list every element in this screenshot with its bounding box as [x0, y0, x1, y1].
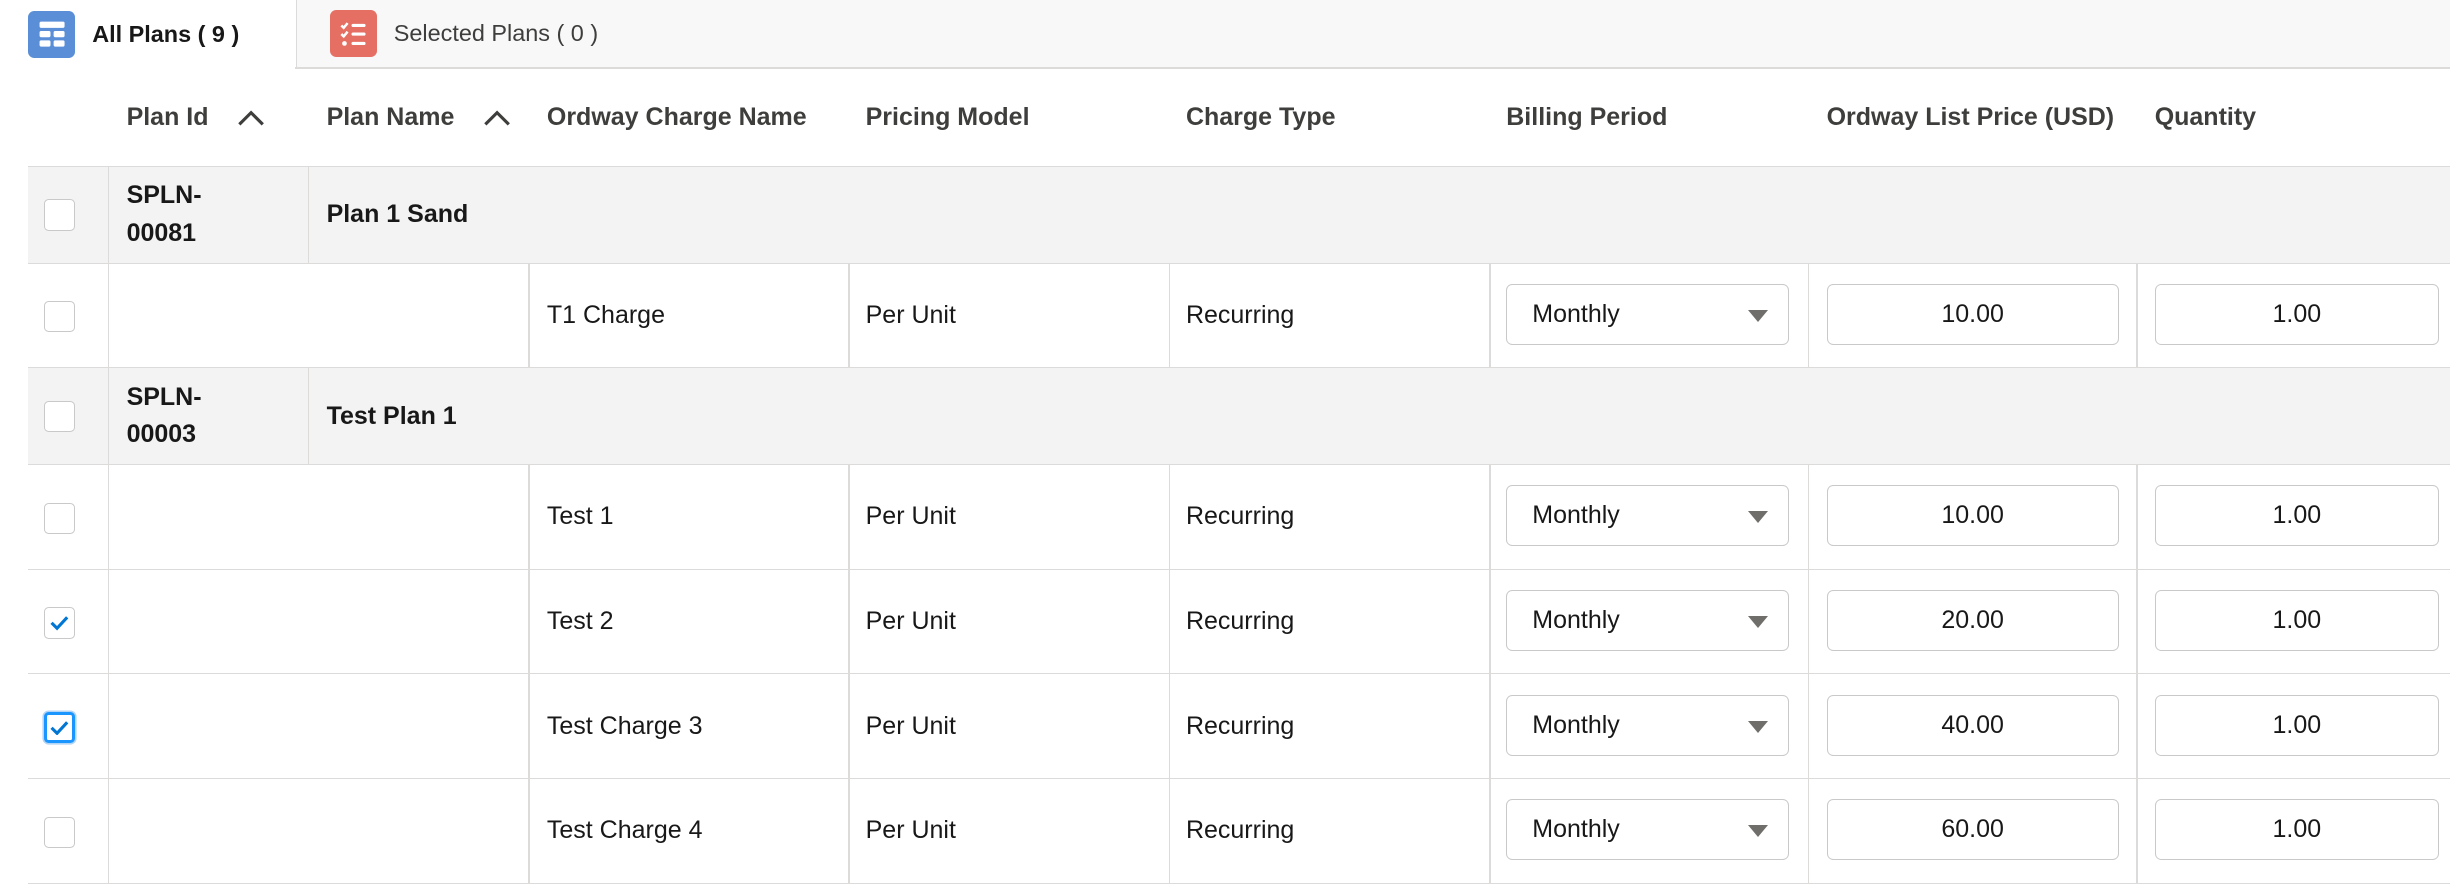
- caret-down-icon: [1747, 616, 1768, 628]
- chevron-up-icon[interactable]: [483, 108, 511, 127]
- plan-name: Test Plan 1: [326, 401, 457, 430]
- charge-name: Test Charge 3: [546, 711, 703, 740]
- charge-type: Recurring: [1185, 816, 1295, 845]
- charge-checkbox[interactable]: [43, 816, 75, 848]
- plans-table: Plan Id Plan Name Ordway Charge Name Pri…: [28, 69, 2450, 884]
- column-header-quantity: Quantity: [2154, 102, 2257, 131]
- charge-name: Test 2: [546, 607, 614, 636]
- billing-period-select[interactable]: Monthly: [1506, 485, 1790, 547]
- charge-name: Test 1: [546, 502, 614, 531]
- charge-checkbox[interactable]: [43, 301, 75, 333]
- table-header: Plan Id Plan Name Ordway Charge Name Pri…: [28, 69, 2450, 167]
- plan-checkbox[interactable]: [43, 401, 75, 433]
- pricing-model: Per Unit: [865, 607, 956, 636]
- pricing-model: Per Unit: [865, 502, 956, 531]
- column-header-list-price: Ordway List Price (USD): [1826, 102, 2115, 131]
- column-header-charge-type: Charge Type: [1185, 102, 1336, 131]
- list-price-input[interactable]: [1826, 283, 2119, 345]
- column-header-charge-name: Ordway Charge Name: [546, 102, 807, 131]
- tab-all-plans-label: All Plans ( 9 ): [92, 20, 240, 47]
- charge-type: Recurring: [1185, 300, 1295, 329]
- check-icon: [50, 616, 69, 631]
- charge-checkbox[interactable]: [43, 607, 75, 639]
- charge-row: Test 2 Per Unit Recurring Monthly: [28, 569, 2450, 675]
- checklist-icon: [329, 10, 377, 58]
- list-price-input[interactable]: [1826, 799, 2119, 861]
- caret-down-icon: [1747, 511, 1768, 523]
- charge-type: Recurring: [1185, 502, 1295, 531]
- charge-row: Test 1 Per Unit Recurring Monthly: [28, 465, 2450, 570]
- list-price-input[interactable]: [1826, 485, 2119, 547]
- caret-down-icon: [1747, 309, 1768, 322]
- caret-down-icon: [1747, 825, 1768, 837]
- billing-period-value: Monthly: [1532, 606, 1620, 635]
- charge-row: T1 Charge Per Unit Recurring Monthly: [28, 263, 2450, 369]
- tab-selected-plans[interactable]: Selected Plans ( 0 ): [296, 0, 2450, 69]
- plan-id: SPLN- 00081: [126, 181, 202, 247]
- column-header-pricing-model: Pricing Model: [865, 102, 1030, 131]
- quantity-input[interactable]: [2154, 799, 2440, 861]
- charge-row: Test Charge 4 Per Unit Recurring Monthly: [28, 779, 2450, 884]
- column-label: Plan Id: [126, 102, 209, 131]
- charge-row: Test Charge 3 Per Unit Recurring Monthly: [28, 674, 2450, 780]
- table-icon: [28, 10, 75, 58]
- charge-checkbox[interactable]: [43, 711, 75, 744]
- charge-name: T1 Charge: [546, 300, 665, 329]
- quantity-input[interactable]: [2154, 283, 2440, 345]
- billing-period-value: Monthly: [1532, 815, 1620, 844]
- plan-id: SPLN- 00003: [126, 382, 202, 449]
- tab-bar: All Plans ( 9 ) Selected Plans ( 0 ): [0, 0, 2450, 69]
- pricing-model: Per Unit: [865, 816, 956, 845]
- billing-period-select[interactable]: Monthly: [1506, 590, 1790, 651]
- column-header-plan-name[interactable]: Plan Name: [327, 69, 511, 166]
- plan-row: SPLN- 00003 Test Plan 1: [28, 368, 2450, 466]
- billing-period-value: Monthly: [1532, 501, 1620, 530]
- check-icon: [50, 721, 69, 736]
- billing-period-value: Monthly: [1532, 299, 1620, 328]
- plan-row: SPLN- 00081 Plan 1 Sand: [28, 166, 2450, 264]
- column-header-plan-id[interactable]: Plan Id: [127, 69, 265, 166]
- billing-period-value: Monthly: [1532, 710, 1620, 739]
- quantity-input[interactable]: [2154, 485, 2440, 547]
- list-price-input[interactable]: [1826, 694, 2119, 756]
- pricing-model: Per Unit: [865, 300, 956, 329]
- list-price-input[interactable]: [1826, 590, 2119, 651]
- charge-checkbox[interactable]: [43, 502, 75, 534]
- billing-period-select[interactable]: Monthly: [1506, 694, 1790, 756]
- caret-down-icon: [1747, 720, 1768, 733]
- column-label: Plan Name: [326, 102, 455, 131]
- charge-name: Test Charge 4: [546, 816, 703, 845]
- tab-all-plans[interactable]: All Plans ( 9 ): [0, 0, 297, 69]
- plan-checkbox[interactable]: [43, 199, 75, 231]
- chevron-up-icon[interactable]: [237, 108, 265, 127]
- tab-selected-plans-label: Selected Plans ( 0 ): [393, 20, 599, 47]
- charge-type: Recurring: [1185, 607, 1295, 636]
- billing-period-select[interactable]: Monthly: [1506, 283, 1790, 345]
- quantity-input[interactable]: [2154, 590, 2440, 651]
- plan-name: Plan 1 Sand: [326, 200, 469, 229]
- billing-period-select[interactable]: Monthly: [1506, 799, 1790, 861]
- quantity-input[interactable]: [2154, 694, 2440, 756]
- column-header-billing-period: Billing Period: [1506, 102, 1668, 131]
- charge-type: Recurring: [1185, 711, 1295, 740]
- pricing-model: Per Unit: [865, 711, 956, 740]
